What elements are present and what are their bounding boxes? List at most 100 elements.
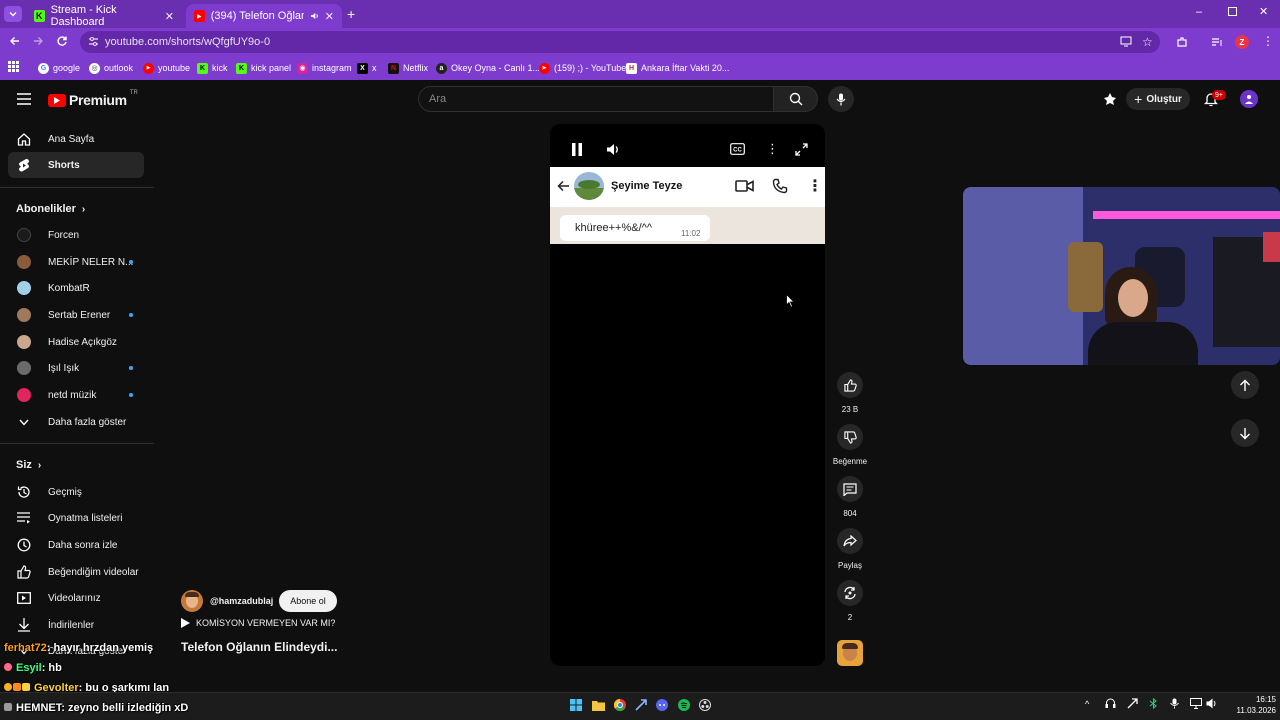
new-tab-button[interactable]: + <box>347 6 355 22</box>
bookmark-instagram[interactable]: ◉ instagram <box>297 60 352 76</box>
bookmark-star-icon[interactable]: ☆ <box>1142 35 1153 49</box>
voice-search-button[interactable] <box>828 86 854 112</box>
search-button[interactable] <box>774 86 818 112</box>
site-info-icon[interactable] <box>88 36 99 47</box>
previous-short-button[interactable] <box>1231 371 1259 399</box>
cast-icon[interactable] <box>1120 36 1132 47</box>
tab-youtube-shorts[interactable]: ▶ (394) Telefon Oğlanın Elindi... ✕ <box>186 4 342 28</box>
remix-button[interactable] <box>837 580 863 606</box>
bookmark-iftar[interactable]: H Ankara İftar Vakti 20... <box>626 60 729 76</box>
file-explorer-icon[interactable] <box>590 697 606 713</box>
sidebar-item-liked-videos[interactable]: Beğendiğim videolar <box>8 559 144 585</box>
headset-icon[interactable] <box>1105 698 1116 709</box>
music-info[interactable]: KOMİSYON VERMEYEN VAR MI? <box>181 618 335 628</box>
pause-button[interactable] <box>571 143 583 156</box>
search-input[interactable] <box>418 86 774 112</box>
browser-menu-icon[interactable]: ⋮ <box>1262 34 1274 48</box>
steam-icon[interactable] <box>633 697 649 713</box>
avatar <box>17 308 31 322</box>
steam-tray-icon[interactable] <box>1127 698 1138 709</box>
bookmark-google[interactable]: Ggoogle <box>38 60 80 76</box>
discord-icon[interactable] <box>654 697 670 713</box>
volume-button[interactable] <box>606 143 620 156</box>
bookmark-x[interactable]: Xx <box>357 60 377 76</box>
bookmark-okey[interactable]: a Okey Oyna - Canlı 1... <box>436 60 540 76</box>
start-button[interactable] <box>568 697 584 713</box>
sidebar-item-watch-later[interactable]: Daha sonra izle <box>8 532 144 558</box>
svg-text:CC: CC <box>733 148 742 154</box>
channel-avatar[interactable] <box>181 590 203 612</box>
sidebar-item-netd[interactable]: netd müzik <box>8 382 144 408</box>
network-icon[interactable] <box>1190 698 1202 709</box>
microphone-tray-icon[interactable] <box>1170 698 1179 709</box>
extensions-icon[interactable] <box>1176 36 1188 48</box>
subscriptions-heading[interactable]: Abonelikler › <box>16 203 85 215</box>
comments-button[interactable] <box>837 476 863 502</box>
back-button[interactable] <box>9 35 21 47</box>
close-icon[interactable]: ✕ <box>165 10 174 23</box>
more-options-icon[interactable]: ⋮ <box>766 141 779 157</box>
bluetooth-icon[interactable] <box>1148 698 1159 709</box>
audio-thumbnail[interactable] <box>837 640 863 666</box>
account-avatar[interactable] <box>1240 90 1258 108</box>
bookmark-youtube-159[interactable]: ▶ (159) ;) - YouTube <box>539 60 626 76</box>
volume-tray-icon[interactable] <box>1206 698 1218 709</box>
bookmark-netflix[interactable]: N Netflix <box>388 60 428 76</box>
show-more-subscriptions[interactable]: Daha fazla göster <box>8 409 144 435</box>
subscribe-button[interactable]: Abone ol <box>279 590 337 612</box>
sidebar-item-shorts[interactable]: Shorts <box>8 152 144 178</box>
hamburger-menu-icon[interactable] <box>17 93 31 105</box>
sidebar-item-kombatr[interactable]: KombatR <box>8 275 144 301</box>
close-icon[interactable]: ✕ <box>325 10 334 23</box>
system-clock[interactable]: 16:15 11.03.2026 <box>1224 694 1276 716</box>
windows-icon <box>570 699 582 711</box>
dislike-button[interactable] <box>837 424 863 450</box>
sidebar-item-history[interactable]: Geçmiş <box>8 479 144 505</box>
badge-icon <box>13 683 21 691</box>
sidebar-item-sertab[interactable]: Sertab Erener <box>8 302 144 328</box>
close-window-button[interactable]: ✕ <box>1259 5 1268 18</box>
speaker-icon[interactable] <box>310 11 319 21</box>
video-title[interactable]: Telefon Oğlanın Elindeydi... <box>181 640 337 654</box>
bookmark-youtube[interactable]: ▶ youtube <box>143 60 190 76</box>
sidebar-item-hadise[interactable]: Hadise Açıkgöz <box>8 329 144 355</box>
apps-grid-icon[interactable] <box>8 61 19 72</box>
mouse-cursor-icon <box>786 294 795 308</box>
sidebar-item-forcen[interactable]: Forcen <box>8 222 144 248</box>
like-button[interactable] <box>837 372 863 398</box>
bookmark-outlook[interactable]: ◎ outlook <box>89 60 133 76</box>
tab-search-button[interactable] <box>4 6 22 22</box>
forward-button[interactable] <box>32 35 44 47</box>
captions-button[interactable]: CC <box>730 143 745 155</box>
sidebar-item-downloads[interactable]: İndirilenler <box>8 612 144 638</box>
sidebar-item-playlists[interactable]: Oynatma listeleri <box>8 505 144 531</box>
sidebar-item-home[interactable]: Ana Sayfa <box>8 126 144 152</box>
media-control-icon[interactable] <box>1211 36 1223 48</box>
sidebar-item-mekip[interactable]: MEKİP NELER N... <box>8 249 144 275</box>
bookmark-kick[interactable]: Kkick <box>197 60 228 76</box>
obs-icon[interactable] <box>697 697 713 713</box>
maximize-button[interactable] <box>1228 7 1237 16</box>
you-heading[interactable]: Siz › <box>16 459 41 471</box>
url-text[interactable]: youtube.com/shorts/wQfgfUY9o-0 <box>105 36 270 48</box>
tab-kick-dashboard[interactable]: K Stream - Kick Dashboard ✕ <box>26 4 182 28</box>
profile-avatar[interactable]: Z <box>1235 35 1249 49</box>
share-button[interactable] <box>837 528 863 554</box>
badge-icon <box>4 663 12 671</box>
youtube-premium-logo[interactable]: Premium TR <box>48 90 138 108</box>
create-button[interactable]: + Oluştur <box>1126 88 1190 110</box>
tray-overflow-icon[interactable]: ^ <box>1085 699 1089 709</box>
chrome-icon[interactable] <box>612 697 628 713</box>
bookmark-kick-panel[interactable]: Kkick panel <box>236 60 291 76</box>
fullscreen-button[interactable] <box>795 143 808 156</box>
avatar <box>17 361 31 375</box>
sidebar-item-isil[interactable]: Işıl Işık <box>8 355 144 381</box>
rewards-icon[interactable] <box>1103 92 1117 106</box>
next-short-button[interactable] <box>1231 419 1259 447</box>
minimize-button[interactable]: – <box>1196 6 1202 18</box>
channel-name[interactable]: @hamzadublaj <box>210 596 273 606</box>
sidebar-item-your-videos[interactable]: Videolarınız <box>8 585 144 611</box>
spotify-icon[interactable] <box>676 697 692 713</box>
youtube-icon: ▶ <box>143 62 154 74</box>
reload-button[interactable] <box>56 35 68 47</box>
